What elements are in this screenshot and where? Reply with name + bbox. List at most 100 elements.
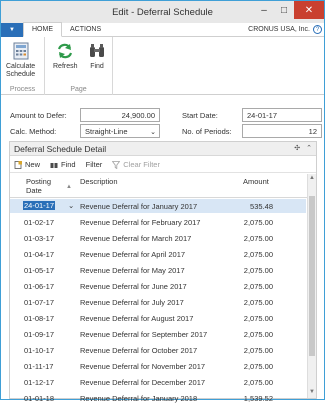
- help-icon[interactable]: ?: [313, 25, 322, 34]
- group-label-process: Process: [9, 86, 36, 93]
- row-amount[interactable]: 2,075.00: [244, 362, 273, 371]
- row-date[interactable]: 01-05-17: [24, 266, 54, 275]
- row-description[interactable]: Revenue Deferral for March 2017: [80, 234, 191, 243]
- new-icon: [14, 160, 22, 169]
- row-description[interactable]: Revenue Deferral for October 2017: [80, 346, 197, 355]
- application-menu-button[interactable]: ▼: [1, 22, 23, 37]
- row-amount[interactable]: 2,075.00: [244, 218, 273, 227]
- row-date[interactable]: 01-04-17: [24, 250, 54, 259]
- tab-home[interactable]: HOME: [23, 22, 62, 37]
- amount-to-defer-label: Amount to Defer:: [10, 111, 67, 120]
- row-description[interactable]: Revenue Deferral for July 2017: [80, 298, 184, 307]
- close-button[interactable]: ✕: [294, 1, 324, 19]
- row-date[interactable]: 24-01-17: [23, 201, 56, 210]
- row-amount[interactable]: 2,075.00: [244, 298, 273, 307]
- table-row[interactable]: 01-10-17 Revenue Deferral for October 20…: [10, 343, 306, 357]
- scroll-up-icon[interactable]: ▲: [309, 175, 315, 183]
- calculate-schedule-button[interactable]: Calculate Schedule: [6, 41, 35, 79]
- column-header-amount[interactable]: Amount: [243, 177, 269, 186]
- find-label: Find: [90, 63, 104, 70]
- window-controls: – □ ✕: [254, 1, 324, 21]
- table-row[interactable]: 01-02-17 Revenue Deferral for February 2…: [10, 215, 306, 229]
- row-date[interactable]: 01-07-17: [24, 298, 54, 307]
- row-amount[interactable]: 2,075.00: [244, 330, 273, 339]
- table-row[interactable]: 01-05-17 Revenue Deferral for May 2017 2…: [10, 263, 306, 277]
- ribbon: Calculate Schedule Process Refresh Find …: [1, 37, 324, 95]
- row-amount[interactable]: 2,075.00: [244, 378, 273, 387]
- row-date[interactable]: 01-09-17: [24, 330, 54, 339]
- column-header-posting-date-1[interactable]: Posting: [26, 177, 51, 186]
- ribbon-tabs: ▼ HOME ACTIONS CRONUS USA, Inc. ?: [1, 22, 324, 37]
- subpage-toolbar: New Find Filter Clear Filter: [10, 157, 316, 173]
- row-amount[interactable]: 2,075.00: [244, 266, 273, 275]
- row-description[interactable]: Revenue Deferral for January 2018: [80, 394, 197, 403]
- row-description[interactable]: Revenue Deferral for April 2017: [80, 250, 185, 259]
- filter-button[interactable]: Filter: [86, 160, 103, 169]
- row-description[interactable]: Revenue Deferral for May 2017: [80, 266, 185, 275]
- row-amount[interactable]: 2,075.00: [244, 314, 273, 323]
- table-row[interactable]: 01-06-17 Revenue Deferral for June 2017 …: [10, 279, 306, 293]
- subpage-find-button[interactable]: Find: [50, 160, 76, 169]
- amount-to-defer-field[interactable]: 24,900.00: [80, 108, 160, 122]
- subpage-title: Deferral Schedule Detail: [14, 143, 107, 154]
- table-row[interactable]: 01-01-18 Revenue Deferral for January 20…: [10, 391, 306, 405]
- clear-filter-button[interactable]: Clear Filter: [112, 160, 160, 169]
- window-title: Edit - Deferral Schedule: [112, 6, 213, 18]
- table-row[interactable]: 01-07-17 Revenue Deferral for July 2017 …: [10, 295, 306, 309]
- no-of-periods-field[interactable]: 12: [242, 124, 322, 138]
- table-row[interactable]: 01-03-17 Revenue Deferral for March 2017…: [10, 231, 306, 245]
- binoculars-icon: [90, 44, 104, 57]
- row-dropdown-icon[interactable]: ⌄: [68, 201, 74, 210]
- maximize-button[interactable]: □: [274, 1, 294, 19]
- row-date[interactable]: 01-06-17: [24, 282, 54, 291]
- binoculars-small-icon: [50, 162, 58, 168]
- scroll-down-icon[interactable]: ▼: [309, 389, 315, 397]
- column-header-description[interactable]: Description: [80, 177, 118, 186]
- table-row[interactable]: 01-11-17 Revenue Deferral for November 2…: [10, 359, 306, 373]
- calc-method-label: Calc. Method:: [10, 127, 57, 136]
- table-row[interactable]: 01-08-17 Revenue Deferral for August 201…: [10, 311, 306, 325]
- row-description[interactable]: Revenue Deferral for February 2017: [80, 218, 200, 227]
- row-description[interactable]: Revenue Deferral for August 2017: [80, 314, 193, 323]
- no-of-periods-label: No. of Periods:: [182, 127, 232, 136]
- find-button[interactable]: Find: [87, 41, 107, 71]
- row-date[interactable]: 01-03-17: [24, 234, 54, 243]
- refresh-button[interactable]: Refresh: [53, 41, 78, 71]
- row-description[interactable]: Revenue Deferral for June 2017: [80, 282, 187, 291]
- calc-method-select[interactable]: Straight-Line ⌄: [80, 124, 160, 138]
- row-amount[interactable]: 2,075.00: [244, 282, 273, 291]
- row-amount[interactable]: 535.48: [250, 202, 273, 211]
- scrollbar-thumb[interactable]: [309, 196, 315, 356]
- row-amount[interactable]: 2,075.00: [244, 346, 273, 355]
- customize-icon[interactable]: ✣: [294, 144, 300, 152]
- row-date[interactable]: 01-08-17: [24, 314, 54, 323]
- row-date[interactable]: 01-10-17: [24, 346, 54, 355]
- row-description[interactable]: Revenue Deferral for November 2017: [80, 362, 205, 371]
- deferral-schedule-detail: Deferral Schedule Detail ✣ ⌃ New Find Fi…: [9, 141, 317, 403]
- table-row[interactable]: 01-12-17 Revenue Deferral for December 2…: [10, 375, 306, 389]
- row-amount[interactable]: 1,539.52: [244, 394, 273, 403]
- minimize-button[interactable]: –: [254, 1, 274, 19]
- row-description[interactable]: Revenue Deferral for September 2017: [80, 330, 207, 339]
- start-date-field[interactable]: 24-01-17: [242, 108, 322, 122]
- row-date[interactable]: 01-12-17: [24, 378, 54, 387]
- tab-actions[interactable]: ACTIONS: [62, 23, 109, 37]
- row-date[interactable]: 01-01-18: [24, 394, 54, 403]
- row-amount[interactable]: 2,075.00: [244, 234, 273, 243]
- row-description[interactable]: Revenue Deferral for January 2017: [80, 202, 197, 211]
- table-row[interactable]: 01-09-17 Revenue Deferral for September …: [10, 327, 306, 341]
- row-date[interactable]: 01-11-17: [24, 362, 53, 371]
- vertical-scrollbar[interactable]: ▲ ▼: [307, 174, 316, 398]
- filter-label: Filter: [85, 160, 103, 169]
- table-row[interactable]: 24-01-17 ⌄ Revenue Deferral for January …: [10, 199, 306, 213]
- table-row[interactable]: 01-04-17 Revenue Deferral for April 2017…: [10, 247, 306, 261]
- column-header-posting-date-2[interactable]: Date: [26, 186, 42, 195]
- row-description[interactable]: Revenue Deferral for December 2017: [80, 378, 205, 387]
- calculate-schedule-icon: [13, 42, 29, 60]
- row-amount[interactable]: 2,075.00: [244, 250, 273, 259]
- refresh-icon: [58, 43, 73, 59]
- chevron-down-icon: ⌄: [150, 129, 156, 136]
- new-button[interactable]: New: [14, 160, 40, 169]
- row-date[interactable]: 01-02-17: [24, 218, 54, 227]
- collapse-icon[interactable]: ⌃: [306, 144, 312, 152]
